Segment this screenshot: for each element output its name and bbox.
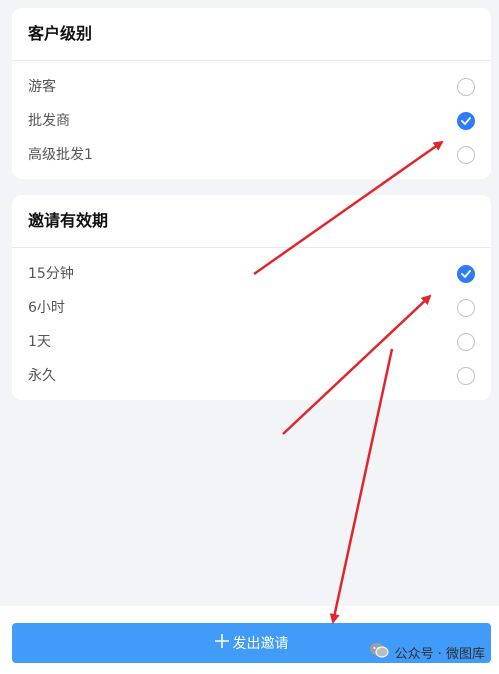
option-15-minutes[interactable]: 15分钟 — [12, 257, 491, 291]
customer-level-title: 客户级别 — [12, 8, 491, 61]
option-label: 高级批发1 — [28, 147, 93, 163]
bottom-bar: 发出邀请 公众号 · 微图库 — [0, 606, 499, 674]
option-label: 游客 — [28, 79, 56, 95]
wechat-icon — [369, 642, 389, 662]
customer-level-options: 游客 批发商 高级批发1 — [12, 61, 491, 179]
watermark: 公众号 · 微图库 — [369, 642, 485, 662]
option-6-hours[interactable]: 6小时 — [12, 291, 491, 325]
radio-unchecked-icon[interactable] — [457, 367, 475, 385]
radio-unchecked-icon[interactable] — [457, 146, 475, 164]
radio-checked-icon[interactable] — [457, 112, 475, 130]
invite-validity-title: 邀请有效期 — [12, 195, 491, 248]
radio-checked-icon[interactable] — [457, 265, 475, 283]
option-forever[interactable]: 永久 — [12, 359, 491, 393]
option-label: 6小时 — [28, 300, 65, 316]
customer-level-card: 客户级别 游客 批发商 高级批发1 — [12, 8, 491, 179]
option-label: 1天 — [28, 334, 51, 350]
option-senior-wholesaler[interactable]: 高级批发1 — [12, 138, 491, 172]
watermark-text: 公众号 · 微图库 — [394, 646, 485, 662]
option-label: 永久 — [28, 368, 56, 384]
option-label: 15分钟 — [28, 266, 74, 282]
radio-unchecked-icon[interactable] — [457, 333, 475, 351]
option-wholesaler[interactable]: 批发商 — [12, 104, 491, 138]
option-1-day[interactable]: 1天 — [12, 325, 491, 359]
option-label: 批发商 — [28, 113, 70, 129]
plus-icon — [214, 634, 229, 652]
radio-unchecked-icon[interactable] — [457, 78, 475, 96]
radio-unchecked-icon[interactable] — [457, 299, 475, 317]
send-invite-label: 发出邀请 — [232, 636, 289, 652]
invite-validity-card: 邀请有效期 15分钟 6小时 1天 永久 — [12, 195, 491, 400]
invite-validity-options: 15分钟 6小时 1天 永久 — [12, 248, 491, 400]
option-guest[interactable]: 游客 — [12, 70, 491, 104]
